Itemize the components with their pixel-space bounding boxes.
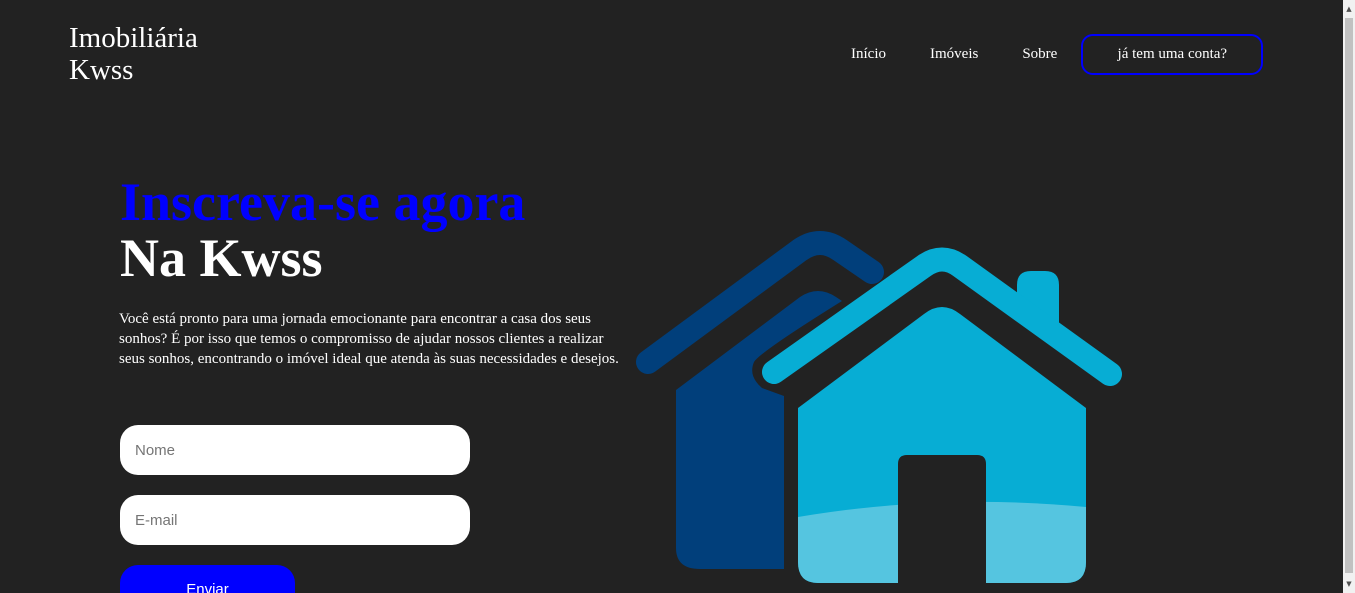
site-logo[interactable]: Imobiliária Kwss bbox=[69, 22, 239, 86]
hero-title-accent: Inscreva-se agora bbox=[120, 172, 526, 232]
login-button[interactable]: já tem uma conta? bbox=[1081, 34, 1264, 75]
main-nav: Início Imóveis Sobre já tem uma conta? bbox=[820, 34, 1264, 75]
scrollbar[interactable]: ▲ ▼ bbox=[1343, 0, 1355, 593]
nav-link-home[interactable]: Início bbox=[851, 46, 886, 63]
hero-title: Inscreva-se agora Na Kwss bbox=[120, 174, 525, 286]
scroll-down-icon[interactable]: ▼ bbox=[1343, 577, 1355, 591]
scrollbar-thumb[interactable] bbox=[1345, 18, 1353, 573]
submit-button[interactable]: Enviar bbox=[120, 565, 295, 593]
house-icon bbox=[636, 231, 1122, 583]
name-input[interactable] bbox=[120, 425, 470, 475]
nav-link-about[interactable]: Sobre bbox=[1022, 46, 1057, 63]
email-input[interactable] bbox=[120, 495, 470, 545]
nav-link-properties[interactable]: Imóveis bbox=[930, 46, 978, 63]
logo-line-1: Imobiliária bbox=[69, 22, 198, 54]
hero-description: Você está pronto para uma jornada emocio… bbox=[119, 311, 619, 367]
hero-title-brand: Na Kwss bbox=[120, 228, 323, 288]
logo-line-2: Kwss bbox=[69, 54, 134, 86]
scroll-up-icon[interactable]: ▲ bbox=[1343, 2, 1355, 16]
